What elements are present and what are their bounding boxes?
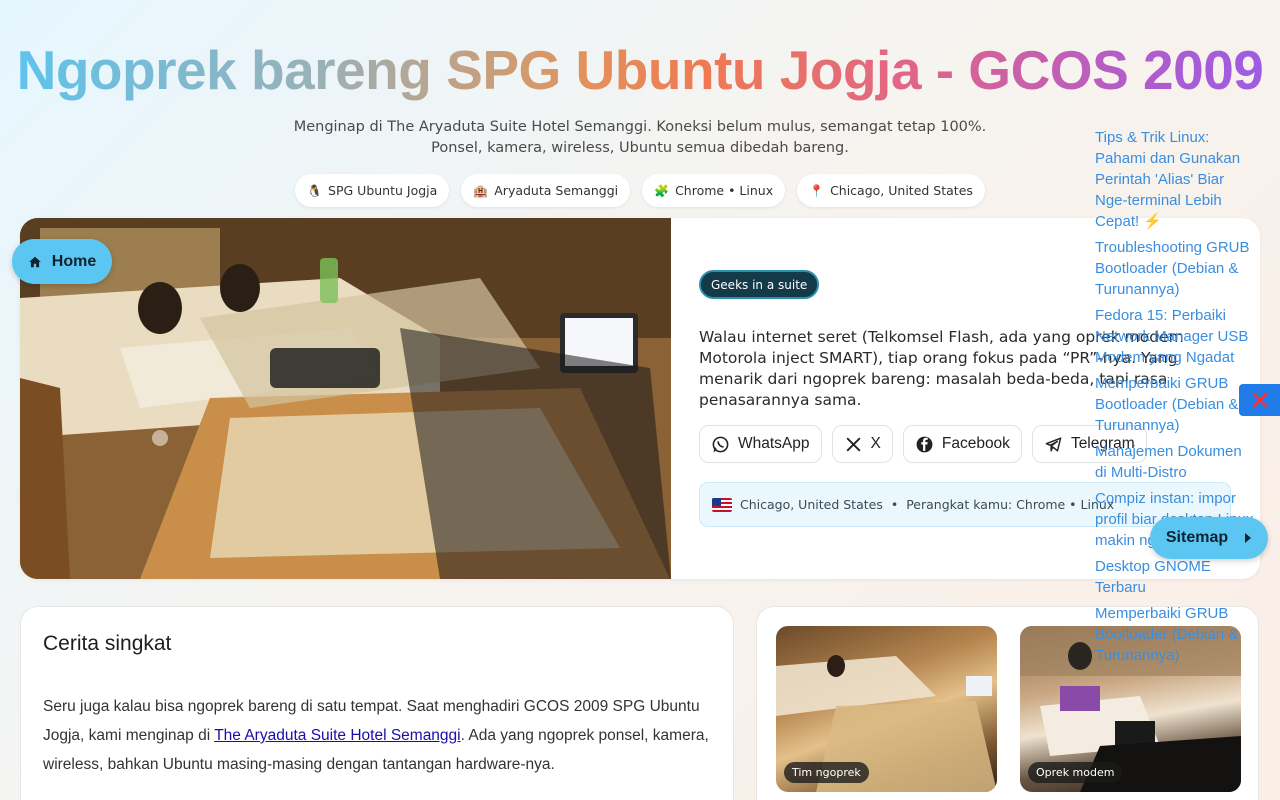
share-bar: WhatsApp X Facebook Telegram xyxy=(699,425,1147,463)
feature-photo xyxy=(20,218,671,579)
facebook-icon xyxy=(916,436,933,452)
close-icon xyxy=(1252,392,1267,408)
whatsapp-icon xyxy=(712,436,729,452)
chip-hotel: 🏨 Aryaduta Semanggi xyxy=(461,174,631,207)
hotel-link[interactable]: The Aryaduta Suite Hotel Semanggi xyxy=(214,727,460,744)
sitemap-label: Sitemap xyxy=(1165,529,1229,546)
sitemap-link[interactable]: Fedora 15: Perbaiki Network Manager USB … xyxy=(1095,305,1255,368)
sitemap-link[interactable]: Memperbaiki GRUB Bootloader (Debian & Tu… xyxy=(1095,373,1255,436)
page-subtitle: Menginap di The Aryaduta Suite Hotel Sem… xyxy=(293,119,987,156)
story-heading: Cerita singkat xyxy=(43,632,172,655)
share-label: Facebook xyxy=(941,435,1010,452)
sitemap-link[interactable]: Troubleshooting GRUB Bootloader (Debian … xyxy=(1095,237,1255,300)
us-flag-icon xyxy=(712,497,732,512)
close-sitemap-button[interactable] xyxy=(1239,384,1280,416)
sitemap-link[interactable]: Tips & Trik Linux: Pahami dan Gunakan Pe… xyxy=(1095,127,1255,232)
home-icon xyxy=(28,256,41,267)
sitemap-link[interactable]: Memperbaiki GRUB Bootloader (Debian & Tu… xyxy=(1095,603,1255,666)
chip-label: Chicago, United States xyxy=(830,183,973,198)
share-x-button[interactable]: X xyxy=(831,425,893,463)
chip-label: SPG Ubuntu Jogja xyxy=(328,183,438,198)
chip-device: 🧩 Chrome • Linux xyxy=(642,174,786,207)
home-button[interactable]: Home xyxy=(12,239,112,284)
share-label: WhatsApp xyxy=(738,435,810,452)
puzzle-icon: 🧩 xyxy=(654,183,670,198)
gallery-caption: Oprek modem xyxy=(1028,762,1123,783)
geo-location: Chicago, United States xyxy=(740,497,883,512)
sitemap-link[interactable]: Manajemen Dokumen di Multi-Distro xyxy=(1095,441,1255,483)
story-text: Seru juga kalau bisa ngoprek bareng di s… xyxy=(43,692,713,779)
home-label: Home xyxy=(51,252,97,270)
x-icon xyxy=(846,436,861,452)
sitemap-link[interactable]: Desktop GNOME Terbaru xyxy=(1095,556,1255,598)
info-chips: 🐧 SPG Ubuntu Jogja 🏨 Aryaduta Semanggi 🧩… xyxy=(0,174,1280,207)
chip-label: Aryaduta Semanggi xyxy=(494,183,619,198)
pin-icon: 📍 xyxy=(809,183,825,198)
chip-label: Chrome • Linux xyxy=(675,183,774,198)
gallery-photo-team[interactable]: Tim ngoprek xyxy=(776,626,997,792)
penguin-icon: 🐧 xyxy=(307,183,323,198)
share-label: X xyxy=(870,435,881,452)
gallery-caption: Tim ngoprek xyxy=(784,762,869,783)
chip-location: 📍 Chicago, United States xyxy=(797,174,985,207)
sitemap-button[interactable]: Sitemap xyxy=(1150,517,1268,559)
hotel-icon: 🏨 xyxy=(473,183,489,198)
share-facebook-button[interactable]: Facebook xyxy=(902,425,1022,463)
chip-community: 🐧 SPG Ubuntu Jogja xyxy=(295,174,450,207)
geo-separator: • xyxy=(890,497,899,512)
hotel-room-photo xyxy=(20,218,671,579)
page-title: Ngoprek bareng SPG Ubuntu Jogja - GCOS 2… xyxy=(0,38,1280,102)
feature-tag: Geeks in a suite xyxy=(699,270,820,299)
telegram-icon xyxy=(1045,436,1062,452)
chevron-right-icon xyxy=(1245,533,1252,543)
share-whatsapp-button[interactable]: WhatsApp xyxy=(699,425,822,463)
story-card: Cerita singkat Seru juga kalau bisa ngop… xyxy=(20,606,734,800)
sitemap-links: Tips & Trik Linux: Pahami dan Gunakan Pe… xyxy=(1095,127,1255,671)
geo-device: Perangkat kamu: Chrome • Linux xyxy=(906,497,1115,512)
feature-card: Geeks in a suite Walau internet seret (T… xyxy=(20,218,1260,579)
